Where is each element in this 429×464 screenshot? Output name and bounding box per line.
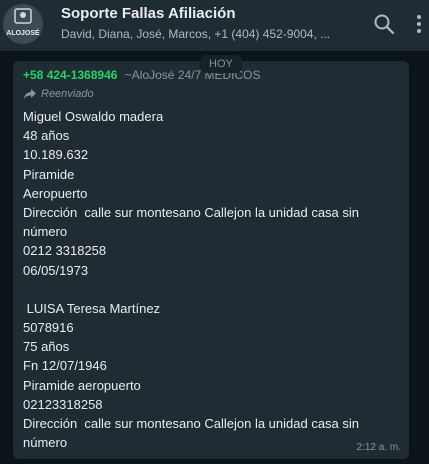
message-line: 06/05/1973: [23, 262, 89, 278]
message-line: 5078916: [23, 320, 74, 336]
alojose-logo: ALOJOSÉ: [3, 4, 43, 44]
message-line: 02123318258: [23, 396, 103, 412]
forward-icon: [24, 89, 36, 99]
forwarded-label: Reenviado: [23, 88, 94, 100]
chat-title: Soporte Fallas Afiliación: [61, 5, 236, 22]
message-line: Aeropuerto: [23, 185, 88, 201]
message-line: [23, 280, 399, 299]
chat-area[interactable]: HOY +58 424-1368946 ~AloJosé 24/7 MEDICO…: [0, 51, 429, 464]
message-line: 75 años: [23, 339, 70, 355]
message-line: número: [23, 224, 68, 240]
more-vert-icon[interactable]: [413, 12, 425, 36]
chat-participants: David, Diana, José, Marcos, +1 (404) 452…: [61, 27, 331, 41]
forwarded-text: Reenviado: [41, 88, 94, 100]
message-line: 48 años: [23, 128, 70, 144]
message-line: 10.189.632: [23, 147, 89, 163]
group-avatar[interactable]: ALOJOSÉ: [3, 4, 43, 44]
search-icon[interactable]: [372, 12, 396, 36]
svg-text:ALOJOSÉ: ALOJOSÉ: [6, 28, 40, 37]
message-time: 2:12 a. m.: [356, 442, 401, 453]
date-separator: HOY: [200, 55, 242, 73]
message-line: Dirección calle sur montesano Callejon l…: [23, 416, 360, 431]
sender-phone[interactable]: +58 424-1368946: [23, 68, 117, 82]
message-line: LUISA Teresa Martínez: [23, 300, 161, 316]
message-line: Piramide: [23, 166, 75, 182]
message-line: Miguel Oswaldo madera: [23, 109, 164, 124]
message-line: número: [23, 435, 68, 451]
message-line: Dirección calle sur montesano Callejon l…: [23, 204, 360, 220]
message-line: Piramide aeropuerto: [23, 377, 141, 393]
message-text: Miguel Oswaldo madera 48 años 10.189.632…: [23, 107, 399, 452]
message-line: Fn 12/07/1946: [23, 358, 107, 374]
message-bubble[interactable]: +58 424-1368946 ~AloJosé 24/7 MEDICOS Re…: [13, 61, 409, 459]
chat-header[interactable]: ALOJOSÉ Soporte Fallas Afiliación David,…: [0, 0, 429, 51]
message-line: 0212 3318258: [23, 243, 107, 259]
